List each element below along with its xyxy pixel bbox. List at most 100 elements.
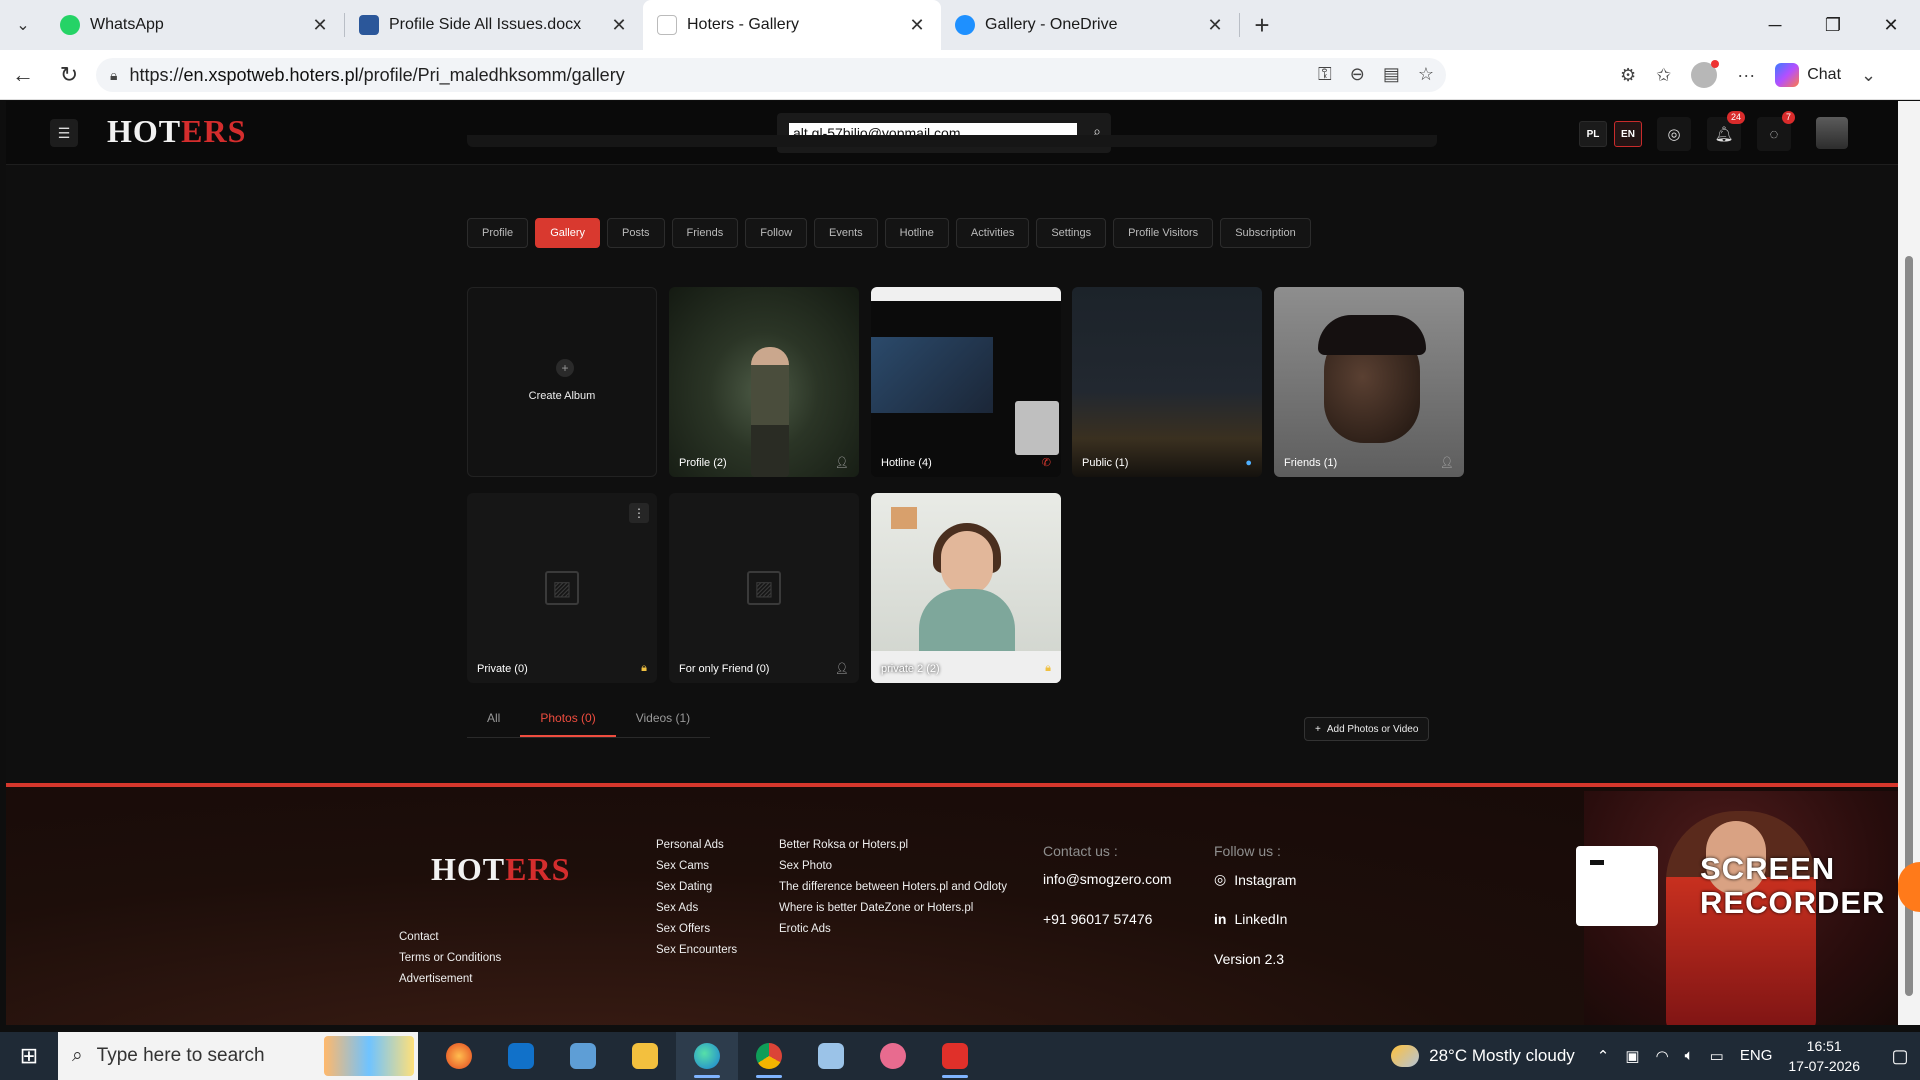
tab-subscription[interactable]: Subscription (1220, 218, 1311, 248)
battery-icon[interactable]: ▭ (1710, 1047, 1724, 1065)
taskbar-recorder[interactable] (924, 1032, 986, 1080)
notification-center-icon[interactable]: ▢ (1880, 1046, 1920, 1067)
taskbar-search-box[interactable]: ⌕ Type here to search (58, 1032, 418, 1080)
language-en-button[interactable]: EN (1614, 121, 1642, 147)
tab-actions-menu-icon[interactable]: ⌄ (0, 0, 46, 50)
tab-friends[interactable]: Friends (671, 218, 739, 248)
tab-hotline[interactable]: Hotline (884, 218, 949, 248)
profile-avatar-icon[interactable] (1691, 60, 1720, 88)
tab-settings[interactable]: Settings (1036, 218, 1107, 248)
restore-icon[interactable]: ❐ (1804, 0, 1862, 50)
wifi-icon[interactable]: ◠ (1656, 1047, 1669, 1065)
camera-tray-icon[interactable]: ▣ (1625, 1047, 1639, 1065)
taskbar-snipping[interactable] (862, 1032, 924, 1080)
linkedin-link[interactable]: in LinkedIn (1214, 911, 1287, 927)
footer-link[interactable]: Sex Photo (779, 860, 1007, 872)
footer-hoters-logo[interactable]: HOTERS (431, 851, 570, 888)
footer-link[interactable]: Sex Cams (656, 860, 737, 872)
taskbar-edge[interactable] (676, 1032, 738, 1080)
album-card-hotline[interactable]: Hotline (4) ✆ (871, 287, 1061, 477)
taskbar-outlook[interactable] (490, 1032, 552, 1080)
browser-tab-docx[interactable]: Profile Side All Issues.docx ✕ (345, 0, 643, 50)
browser-tab-whatsapp[interactable]: WhatsApp ✕ (46, 0, 344, 50)
new-tab-button[interactable]: + (1240, 0, 1284, 50)
footer-link[interactable]: Erotic Ads (779, 923, 1007, 935)
taskbar-vs[interactable] (552, 1032, 614, 1080)
contact-phone[interactable]: +91 96017 57476 (1043, 911, 1152, 927)
footer-link-advertisement[interactable]: Advertisement (399, 973, 501, 985)
browser-tab-onedrive[interactable]: Gallery - OneDrive ✕ (941, 0, 1239, 50)
contact-email[interactable]: info@smogzero.com (1043, 871, 1172, 887)
more-menu-icon[interactable]: ··· (1737, 65, 1755, 86)
browser-tab-hoters-gallery[interactable]: Hoters - Gallery ✕ (643, 0, 941, 50)
tab-posts[interactable]: Posts (607, 218, 665, 248)
volume-icon[interactable]: 🔈︎ (1685, 1047, 1694, 1065)
windows-start-icon[interactable]: ⊞ (0, 1032, 58, 1080)
tab-follow[interactable]: Follow (745, 218, 808, 248)
favorites-icon[interactable]: ✩ (1656, 65, 1671, 86)
hamburger-menu-icon[interactable]: ☰ (50, 119, 78, 147)
user-avatar[interactable] (1816, 117, 1848, 149)
close-window-icon[interactable]: ✕ (1862, 0, 1920, 50)
album-card-for-only-friend[interactable]: ▨ For only Friend (0) 👤︎ (669, 493, 859, 683)
close-tab-icon[interactable]: ✕ (907, 15, 927, 36)
site-header: ☰ HOTERS alt.gl-57biljo@yopmail.com ⌕ PL… (6, 101, 1898, 165)
tab-activities[interactable]: Activities (955, 218, 1030, 248)
tab-events[interactable]: Events (814, 218, 878, 248)
language-pl-button[interactable]: PL (1579, 121, 1607, 147)
close-tab-icon[interactable]: ✕ (1205, 15, 1225, 36)
chevron-up-icon[interactable]: ⌃ (1597, 1047, 1610, 1065)
messenger-icon[interactable]: ◌ 7 (1757, 111, 1795, 151)
extensions-icon[interactable]: ⚙ (1620, 65, 1636, 86)
footer-link[interactable]: Sex Offers (656, 923, 737, 935)
key-icon[interactable]: ⚿ (1318, 64, 1332, 85)
tab-all[interactable]: All (467, 711, 520, 737)
footer-link[interactable]: Personal Ads (656, 839, 737, 851)
weather-widget[interactable]: 28°C Mostly cloudy (1391, 1045, 1575, 1067)
tab-gallery[interactable]: Gallery (535, 218, 601, 248)
footer-link[interactable]: Where is better DateZone or Hoters.pl (779, 902, 1007, 914)
footer-link-terms[interactable]: Terms or Conditions (399, 952, 501, 964)
album-card-friends[interactable]: Friends (1) 👤︎ (1274, 287, 1464, 477)
reload-icon[interactable]: ↻ (46, 50, 92, 100)
tab-profile[interactable]: Profile (467, 218, 529, 248)
copilot-chat-button[interactable]: Chat (1775, 63, 1841, 87)
url-bar[interactable]: 🔒︎ https://en.xspotweb.hoters.pl/profile… (96, 58, 1446, 92)
more-options-icon[interactable]: ⋮ (629, 503, 649, 523)
reader-icon[interactable]: ▤ (1383, 64, 1400, 85)
camera-icon[interactable]: ◎ (1657, 117, 1691, 151)
album-card-public[interactable]: Public (1) ● (1072, 287, 1262, 477)
taskbar-explorer[interactable] (614, 1032, 676, 1080)
language-indicator[interactable]: ENG (1740, 1047, 1773, 1065)
tab-profile-visitors[interactable]: Profile Visitors (1113, 218, 1214, 248)
minimize-icon[interactable]: ─ (1746, 0, 1804, 50)
footer-link[interactable]: Better Roksa or Hoters.pl (779, 839, 1007, 851)
footer-link-contact[interactable]: Contact (399, 931, 501, 943)
footer-link[interactable]: Sex Dating (656, 881, 737, 893)
bell-icon[interactable]: 🔔︎ 24 (1707, 111, 1745, 151)
album-card-profile[interactable]: Profile (2) 👤︎ (669, 287, 859, 477)
address-toolbar: ← ↻ 🔒︎ https://en.xspotweb.hoters.pl/pro… (0, 50, 1920, 100)
footer-link[interactable]: Sex Ads (656, 902, 737, 914)
back-arrow-icon[interactable]: ← (0, 50, 46, 100)
tab-videos[interactable]: Videos (1) (616, 711, 710, 737)
instagram-link[interactable]: ◎ Instagram (1214, 871, 1296, 888)
favorite-star-icon[interactable]: ☆ (1418, 64, 1434, 85)
footer-link[interactable]: The difference between Hoters.pl and Odl… (779, 881, 1007, 893)
taskbar-app[interactable] (800, 1032, 862, 1080)
zoom-out-icon[interactable]: ⊖ (1350, 64, 1365, 85)
album-card-private-2[interactable]: private 2 (2) 🔒︎ (871, 493, 1061, 683)
hoters-logo[interactable]: HOTERS (107, 113, 246, 150)
create-album-card[interactable]: + Create Album (467, 287, 657, 477)
clock[interactable]: 16:51 17-07-2026 (1788, 1036, 1860, 1076)
taskbar-firefox[interactable] (428, 1032, 490, 1080)
screen-recorder-widget[interactable] (1576, 846, 1658, 926)
footer-link[interactable]: Sex Encounters (656, 944, 737, 956)
close-tab-icon[interactable]: ✕ (609, 15, 629, 36)
album-card-private[interactable]: ⋮ ▨ Private (0) 🔒︎ (467, 493, 657, 683)
chevron-down-icon[interactable]: ⌄ (1861, 65, 1876, 86)
taskbar-chrome[interactable] (738, 1032, 800, 1080)
tab-photos[interactable]: Photos (0) (520, 711, 616, 737)
close-tab-icon[interactable]: ✕ (310, 15, 330, 36)
add-photos-or-video-button[interactable]: + Add Photos or Video (1304, 717, 1430, 741)
